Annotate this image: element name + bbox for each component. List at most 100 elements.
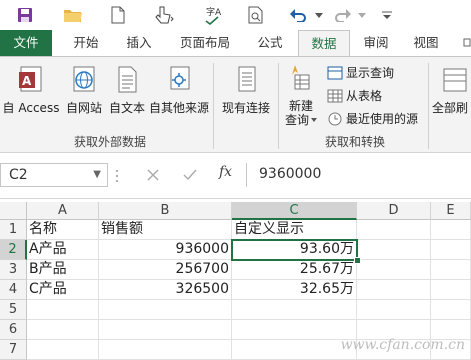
cell-b6[interactable] [99, 320, 232, 340]
cell-b2[interactable]: 936000 [99, 240, 232, 260]
svg-text:A: A [22, 74, 32, 88]
cell-c5[interactable] [232, 300, 357, 320]
tab-insert[interactable]: 插入 [115, 30, 163, 56]
fill-handle[interactable] [354, 257, 361, 264]
tab-more-cut[interactable] [462, 30, 471, 56]
cell-b3[interactable]: 256700 [99, 260, 232, 280]
row-header-6[interactable]: 6 [0, 320, 27, 340]
open-folder-icon[interactable] [60, 3, 86, 27]
row-header-3[interactable]: 3 [0, 260, 27, 280]
from-text-button[interactable]: 自文本 [106, 63, 148, 116]
cell-b5[interactable] [99, 300, 232, 320]
cell-b1[interactable]: 销售额 [99, 220, 232, 240]
from-table-button[interactable]: 从表格 [327, 86, 382, 106]
cell-c6[interactable] [232, 320, 357, 340]
new-query-button[interactable]: 新建 查询 [282, 63, 320, 127]
cell-d5[interactable] [357, 300, 431, 320]
cell-e5[interactable] [431, 300, 471, 320]
show-queries-label: 显示查询 [346, 66, 395, 80]
customize-toolbar-icon[interactable] [380, 3, 394, 27]
group-separator [278, 63, 279, 149]
existing-connections-button[interactable]: 现有连接 [218, 63, 274, 116]
cell-e4[interactable] [431, 280, 471, 300]
cell-a2[interactable]: A产品 [27, 240, 99, 260]
formula-buttons: fx [113, 163, 233, 187]
tab-review[interactable]: 审阅 [354, 30, 398, 56]
tab-view[interactable]: 视图 [404, 30, 448, 56]
table-icon [327, 89, 343, 103]
row-header-2[interactable]: 2 [0, 240, 27, 260]
undo-icon[interactable] [287, 3, 309, 27]
cell-e2[interactable] [431, 240, 471, 260]
tab-home[interactable]: 开始 [62, 30, 110, 56]
column-header-b[interactable]: B [99, 202, 232, 220]
refresh-all-label: 全部刷 [432, 101, 469, 115]
svg-text:字A: 字A [206, 6, 222, 18]
show-queries-button[interactable]: 显示查询 [327, 63, 394, 83]
name-box-value: C2 [9, 167, 28, 183]
new-document-icon[interactable] [106, 3, 130, 27]
from-other-sources-button[interactable]: 自其他来源 [148, 63, 210, 116]
formula-bar: C2 ▼ fx 9360000 [0, 153, 471, 199]
watermark: www.cfan.com.cn [340, 337, 465, 353]
from-web-button[interactable]: 自网站 [63, 63, 105, 116]
cell-c3[interactable]: 25.67万 [232, 260, 357, 280]
enter-check-icon[interactable] [183, 169, 197, 181]
column-header-e[interactable]: E [431, 202, 471, 220]
formula-input[interactable]: 9360000 [246, 163, 471, 187]
cell-a6[interactable] [27, 320, 99, 340]
get-external-data-group-label: 获取外部数据 [73, 135, 146, 149]
touch-mode-icon[interactable] [150, 3, 178, 27]
cell-b4[interactable]: 326500 [99, 280, 232, 300]
from-web-label: 自网站 [65, 101, 102, 115]
from-access-label: 自 Access [2, 101, 60, 115]
ribbon-tabs: 文件 开始 插入 页面布局 公式 数据 审阅 视图 [0, 30, 471, 56]
cell-b7[interactable] [99, 340, 232, 360]
insert-function-button[interactable]: fx [219, 164, 232, 180]
select-all-corner[interactable] [0, 202, 27, 220]
redo-icon[interactable] [332, 3, 354, 27]
cell-e1[interactable] [431, 220, 471, 240]
row-header-1[interactable]: 1 [0, 220, 27, 240]
cell-c7[interactable] [232, 340, 357, 360]
cell-c4[interactable]: 32.65万 [232, 280, 357, 300]
row-header-7[interactable]: 7 [0, 340, 27, 360]
column-header-a[interactable]: A [27, 202, 99, 220]
cell-d1[interactable] [357, 220, 431, 240]
tab-data[interactable]: 数据 [298, 30, 350, 56]
recent-sources-button[interactable]: 最近使用的源 [327, 109, 418, 129]
tab-page-layout[interactable]: 页面布局 [170, 30, 240, 56]
print-preview-icon[interactable] [243, 3, 269, 27]
cell-a5[interactable] [27, 300, 99, 320]
cell-a4[interactable]: C产品 [27, 280, 99, 300]
active-cell-outline [231, 239, 358, 261]
name-box[interactable]: C2 ▼ [0, 163, 108, 187]
row-header-4[interactable]: 4 [0, 280, 27, 300]
refresh-all-button[interactable]: 全部刷 [432, 63, 471, 116]
cell-a1[interactable]: 名称 [27, 220, 99, 240]
column-header-d[interactable]: D [357, 202, 431, 220]
spelling-icon[interactable]: 字A [199, 3, 227, 27]
existing-connections-label: 现有连接 [221, 101, 270, 115]
undo-dropdown-icon[interactable] [313, 3, 325, 27]
cell-d2[interactable] [357, 240, 431, 260]
tab-file[interactable]: 文件 [0, 30, 52, 56]
refresh-icon [440, 63, 471, 97]
other-sources-icon [163, 63, 195, 97]
cell-a3[interactable]: B产品 [27, 260, 99, 280]
new-query-label-line2: 查询 [284, 113, 309, 127]
cell-c1[interactable]: 自定义显示 [232, 220, 357, 240]
column-header-c[interactable]: C [232, 202, 357, 220]
name-box-dropdown-icon[interactable]: ▼ [93, 164, 101, 186]
from-access-button[interactable]: A 自 Access [2, 63, 60, 116]
cell-e3[interactable] [431, 260, 471, 280]
cell-d3[interactable] [357, 260, 431, 280]
save-icon[interactable] [12, 3, 38, 27]
tab-formulas[interactable]: 公式 [248, 30, 292, 56]
cancel-icon[interactable] [147, 169, 159, 181]
cell-d4[interactable] [357, 280, 431, 300]
drag-handle-icon[interactable] [115, 169, 119, 183]
cell-a7[interactable] [27, 340, 99, 360]
redo-dropdown-icon[interactable] [356, 3, 368, 27]
row-header-5[interactable]: 5 [0, 300, 27, 320]
